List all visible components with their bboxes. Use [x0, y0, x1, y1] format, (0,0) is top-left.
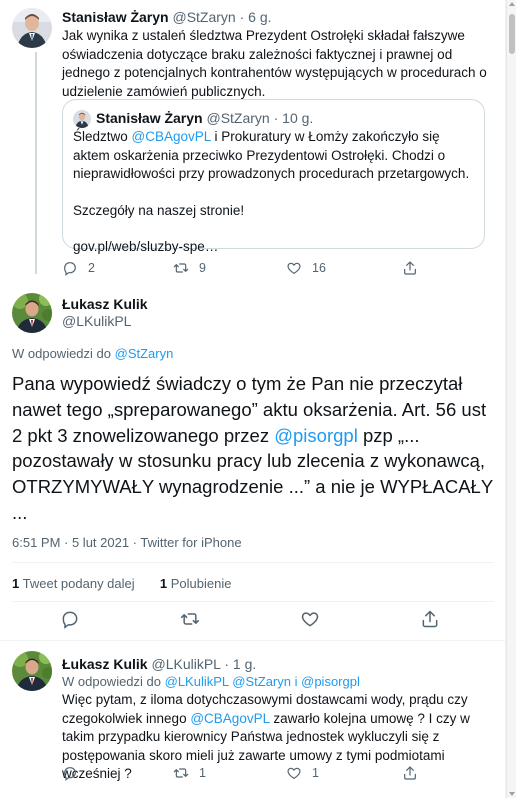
replying-to-link[interactable]: @LKulikPL [165, 674, 229, 689]
like-button[interactable]: 16 [286, 259, 326, 277]
author-name[interactable]: Łukasz Kulik [62, 296, 148, 312]
share-icon [404, 261, 416, 275]
replying-to-link[interactable]: @pisorgpl [301, 674, 360, 689]
retweet-icon [173, 263, 189, 273]
divider [0, 640, 506, 641]
quote-link[interactable]: gov.pl/web/sluzby-spe… [73, 238, 478, 257]
retweet-icon [180, 613, 200, 625]
retweet-icon [173, 768, 189, 778]
share-icon [422, 610, 438, 628]
retweet-button[interactable]: 9 [173, 259, 206, 277]
author-name[interactable]: Stanisław Żaryn [62, 9, 169, 25]
retweet-count-link[interactable]: 1 Tweet podany dalej [12, 576, 135, 591]
tweet-meta[interactable]: 6:51 PM · 5 lut 2021 · Twitter for iPhon… [12, 535, 242, 550]
like-count-link[interactable]: 1 Polubienie [160, 576, 232, 591]
tweet-time[interactable]: 1 g. [233, 656, 256, 672]
tweet-text: Więc pytam, z iloma dotychczasowymi dost… [62, 692, 470, 781]
scroll-down-arrow-icon[interactable] [509, 792, 515, 796]
author-handle[interactable]: @StZaryn [172, 9, 235, 25]
reply-button[interactable] [60, 609, 80, 634]
divider [12, 601, 494, 602]
author-handle[interactable]: @LKulikPL [151, 656, 220, 672]
avatar[interactable] [12, 651, 52, 691]
scroll-up-arrow-icon[interactable] [509, 2, 515, 6]
like-button[interactable] [300, 609, 320, 634]
tweet-header: Łukasz Kulik @LKulikPL · 1 g. [62, 656, 257, 672]
mention-link[interactable]: @pisorgpl [274, 425, 358, 446]
replying-to-link[interactable]: @StZaryn [115, 346, 174, 361]
reply-button[interactable] [62, 764, 88, 782]
like-button[interactable]: 1 [286, 764, 319, 782]
timeline: Stanisław Żaryn @StZaryn · 6 g. Jak wyni… [0, 0, 506, 798]
share-button[interactable] [402, 764, 418, 782]
reply-icon [64, 767, 76, 781]
reply-icon [64, 262, 76, 276]
mention-link[interactable]: @CBAgovPL [132, 129, 211, 144]
tweet-time[interactable]: 6 g. [248, 9, 271, 25]
tweet-stats: 1 Tweet podany dalej 1 Polubienie [12, 576, 231, 591]
replying-to-link[interactable]: @StZaryn [232, 674, 291, 689]
quote-author-handle: @StZaryn [206, 110, 270, 126]
scrollbar[interactable] [506, 0, 516, 798]
quote-text-2: Szczegóły na naszej stronie! [73, 202, 245, 218]
reply-icon [62, 611, 78, 629]
avatar[interactable] [12, 293, 52, 333]
divider [12, 562, 494, 563]
author-handle[interactable]: @LKulikPL [62, 313, 131, 329]
quote-header: Stanisław Żaryn @StZaryn · 10 g. [96, 110, 314, 126]
retweet-button[interactable]: 1 [173, 764, 206, 782]
replying-to: W odpowiedzi do @StZaryn [12, 346, 174, 361]
quote-author-name: Stanisław Żaryn [96, 110, 203, 126]
quote-text: Śledztwo @CBAgovPL i Prokuratury w Łomży… [73, 128, 478, 257]
share-button[interactable] [420, 609, 440, 634]
avatar[interactable] [12, 8, 52, 48]
quoted-tweet[interactable]: Stanisław Żaryn @StZaryn · 10 g. Śledztw… [62, 99, 485, 254]
quote-time: 10 g. [282, 110, 314, 126]
replying-to: W odpowiedzi do @LKulikPL @StZaryn i @pi… [62, 674, 360, 689]
tweet-stzaryn[interactable]: Stanisław Żaryn @StZaryn · 6 g. Jak wyni… [0, 0, 506, 285]
share-button[interactable] [402, 259, 418, 277]
like-icon [287, 262, 301, 274]
retweet-button[interactable] [180, 609, 200, 634]
mention-link[interactable]: @CBAgovPL [190, 711, 269, 726]
like-icon [301, 612, 319, 627]
scrollbar-thumb[interactable] [509, 14, 515, 54]
tweet-text: Jak wynika z ustaleń śledztwa Prezydent … [62, 28, 487, 99]
tweet-actions [0, 607, 506, 631]
author-name[interactable]: Łukasz Kulik [62, 656, 148, 672]
share-icon [404, 766, 416, 780]
thread-line [35, 52, 37, 274]
like-icon [287, 767, 301, 779]
tweet-text: Pana wypowiedź świadczy o tym że Pan nie… [12, 373, 493, 523]
reply-button[interactable]: 2 [62, 259, 95, 277]
tweet-header: Stanisław Żaryn @StZaryn · 6 g. [62, 9, 272, 25]
quote-avatar [73, 110, 91, 128]
